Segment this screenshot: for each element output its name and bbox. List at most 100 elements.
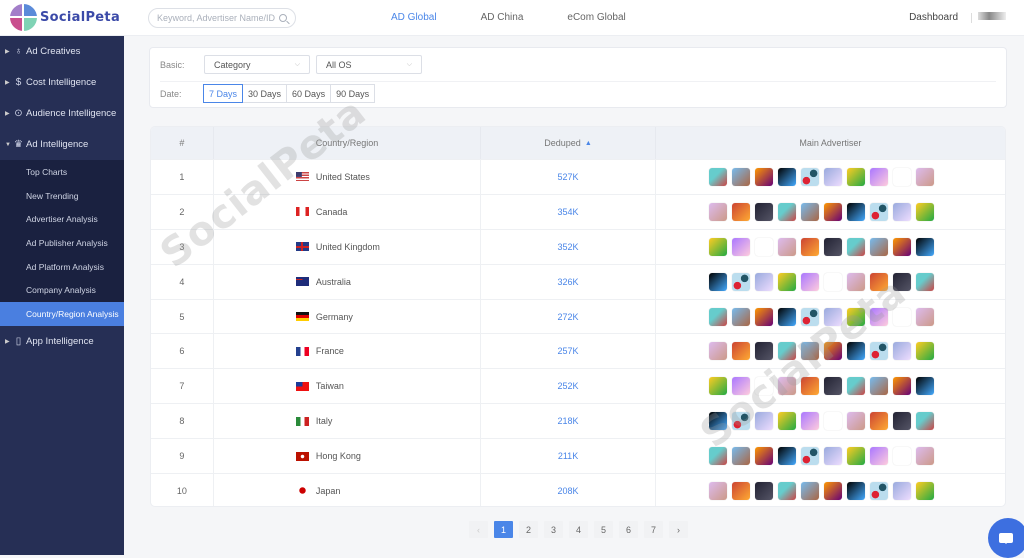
date-60-days[interactable]: 60 Days (286, 84, 332, 103)
table-row[interactable]: 2 Canada 354K (151, 193, 1005, 229)
page-7[interactable]: 7 (644, 521, 663, 538)
header-deduped[interactable]: Deduped ▲ (481, 127, 656, 159)
advertiser-app-icon[interactable] (869, 481, 888, 500)
advertiser-app-icon[interactable] (915, 412, 934, 431)
sidebar-item-audience-intelligence[interactable]: ▶ ⊙ Audience Intelligence (0, 98, 124, 129)
submenu-ad-platform-analysis[interactable]: Ad Platform Analysis (0, 255, 124, 279)
country-name[interactable]: Hong Kong (316, 451, 361, 461)
advertiser-app-icon[interactable] (869, 307, 888, 326)
submenu-company-analysis[interactable]: Company Analysis (0, 278, 124, 302)
advertiser-app-icon[interactable] (892, 237, 911, 256)
advertiser-app-icon[interactable] (823, 272, 842, 291)
advertiser-app-icon[interactable] (708, 202, 727, 221)
country-name[interactable]: Germany (316, 312, 353, 322)
advertiser-app-icon[interactable] (869, 342, 888, 361)
advertiser-app-icon[interactable] (915, 272, 934, 291)
advertiser-app-icon[interactable] (800, 237, 819, 256)
advertiser-app-icon[interactable] (708, 307, 727, 326)
advertiser-app-icon[interactable] (915, 342, 934, 361)
country-name[interactable]: Japan (316, 486, 341, 496)
next-page-button[interactable]: › (669, 521, 688, 538)
page-2[interactable]: 2 (519, 521, 538, 538)
advertiser-app-icon[interactable] (869, 272, 888, 291)
deduped-cell[interactable]: 354K (481, 194, 656, 229)
advertiser-app-icon[interactable] (823, 342, 842, 361)
advertiser-app-icon[interactable] (708, 412, 727, 431)
advertiser-app-icon[interactable] (754, 237, 773, 256)
advertiser-app-icon[interactable] (823, 202, 842, 221)
user-avatar[interactable] (978, 12, 1006, 20)
advertiser-app-icon[interactable] (708, 272, 727, 291)
advertiser-app-icon[interactable] (777, 447, 796, 466)
table-row[interactable]: 7 Taiwan 252K (151, 368, 1005, 404)
advertiser-app-icon[interactable] (800, 481, 819, 500)
advertiser-app-icon[interactable] (731, 307, 750, 326)
page-3[interactable]: 3 (544, 521, 563, 538)
advertiser-app-icon[interactable] (915, 202, 934, 221)
advertiser-app-icon[interactable] (892, 412, 911, 431)
advertiser-app-icon[interactable] (731, 481, 750, 500)
advertiser-app-icon[interactable] (754, 342, 773, 361)
deduped-cell[interactable]: 257K (481, 334, 656, 369)
sort-icon[interactable]: ▲ (585, 140, 592, 147)
submenu-advertiser-analysis[interactable]: Advertiser Analysis (0, 207, 124, 231)
tab-ad-global[interactable]: AD Global (391, 12, 437, 23)
country-name[interactable]: Canada (316, 207, 348, 217)
advertiser-app-icon[interactable] (754, 447, 773, 466)
tab-ad-china[interactable]: AD China (481, 12, 524, 23)
advertiser-app-icon[interactable] (823, 377, 842, 396)
deduped-cell[interactable]: 208K (481, 474, 656, 506)
advertiser-app-icon[interactable] (777, 481, 796, 500)
submenu-ad-publisher-analysis[interactable]: Ad Publisher Analysis (0, 231, 124, 255)
advertiser-app-icon[interactable] (846, 167, 865, 186)
date-90-days[interactable]: 90 Days (330, 84, 376, 103)
advertiser-app-icon[interactable] (846, 342, 865, 361)
page-5[interactable]: 5 (594, 521, 613, 538)
advertiser-app-icon[interactable] (892, 377, 911, 396)
advertiser-app-icon[interactable] (846, 412, 865, 431)
sidebar-item-app-intelligence[interactable]: ▶ ▯ App Intelligence (0, 326, 124, 357)
country-name[interactable]: Italy (316, 416, 333, 426)
advertiser-app-icon[interactable] (892, 272, 911, 291)
table-row[interactable]: 4 Australia 326K (151, 263, 1005, 299)
deduped-cell[interactable]: 218K (481, 404, 656, 439)
advertiser-app-icon[interactable] (823, 412, 842, 431)
advertiser-app-icon[interactable] (800, 447, 819, 466)
advertiser-app-icon[interactable] (731, 447, 750, 466)
advertiser-app-icon[interactable] (800, 342, 819, 361)
advertiser-app-icon[interactable] (777, 167, 796, 186)
deduped-cell[interactable]: 272K (481, 299, 656, 334)
advertiser-app-icon[interactable] (800, 202, 819, 221)
advertiser-app-icon[interactable] (754, 307, 773, 326)
advertiser-app-icon[interactable] (708, 167, 727, 186)
advertiser-app-icon[interactable] (892, 481, 911, 500)
advertiser-app-icon[interactable] (846, 272, 865, 291)
advertiser-app-icon[interactable] (800, 412, 819, 431)
prev-page-button[interactable]: ‹ (469, 521, 488, 538)
advertiser-app-icon[interactable] (731, 377, 750, 396)
chat-button[interactable] (988, 518, 1024, 558)
deduped-cell[interactable]: 252K (481, 369, 656, 404)
advertiser-app-icon[interactable] (869, 237, 888, 256)
sidebar-item-cost-intelligence[interactable]: ▶ $ Cost Intelligence (0, 67, 124, 98)
category-select[interactable]: Category ⌵ (204, 55, 310, 74)
advertiser-app-icon[interactable] (754, 202, 773, 221)
advertiser-app-icon[interactable] (869, 167, 888, 186)
advertiser-app-icon[interactable] (731, 272, 750, 291)
advertiser-app-icon[interactable] (731, 202, 750, 221)
advertiser-app-icon[interactable] (846, 307, 865, 326)
table-row[interactable]: 10 Japan 208K (151, 473, 1005, 506)
advertiser-app-icon[interactable] (823, 447, 842, 466)
advertiser-app-icon[interactable] (869, 447, 888, 466)
advertiser-app-icon[interactable] (731, 342, 750, 361)
tab-ecom-global[interactable]: eCom Global (567, 12, 625, 23)
page-6[interactable]: 6 (619, 521, 638, 538)
advertiser-app-icon[interactable] (777, 237, 796, 256)
table-row[interactable]: 8 Italy 218K (151, 403, 1005, 439)
country-name[interactable]: France (316, 346, 344, 356)
advertiser-app-icon[interactable] (892, 202, 911, 221)
advertiser-app-icon[interactable] (823, 481, 842, 500)
advertiser-app-icon[interactable] (800, 272, 819, 291)
submenu-top-charts[interactable]: Top Charts (0, 160, 124, 184)
advertiser-app-icon[interactable] (708, 481, 727, 500)
